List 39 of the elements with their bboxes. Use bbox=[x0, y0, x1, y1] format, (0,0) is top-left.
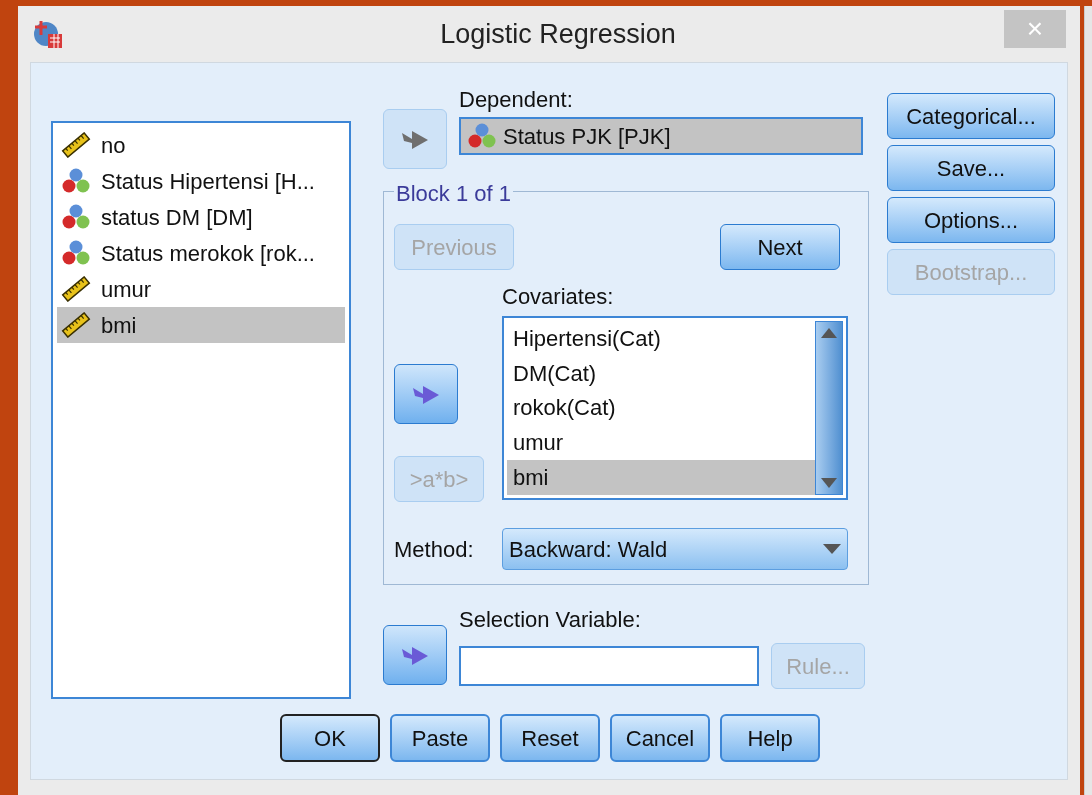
selection-variable-field[interactable] bbox=[459, 646, 759, 686]
variable-item[interactable]: bmi bbox=[57, 307, 345, 343]
dropdown-caret-icon bbox=[823, 544, 841, 554]
dependent-field[interactable]: Status PJK [PJK] bbox=[459, 117, 863, 155]
variable-item[interactable]: status DM [DM] bbox=[57, 199, 345, 235]
variable-item[interactable]: Status Hipertensi [H... bbox=[57, 163, 345, 199]
covariate-item[interactable]: bmi bbox=[507, 460, 815, 495]
nominal-variable-icon bbox=[61, 167, 91, 195]
nominal-variable-icon bbox=[61, 203, 91, 231]
scrollbar[interactable] bbox=[815, 321, 843, 495]
app-icon bbox=[32, 18, 64, 50]
side-button[interactable]: Categorical... bbox=[887, 93, 1055, 139]
scroll-down-icon bbox=[821, 478, 837, 488]
side-button[interactable]: Options... bbox=[887, 197, 1055, 243]
nominal-variable-icon bbox=[61, 239, 91, 267]
covariates-label: Covariates: bbox=[502, 283, 615, 308]
window-title: Logistic Regression bbox=[439, 17, 677, 51]
dependent-label: Dependent: bbox=[459, 86, 574, 111]
dialog-button[interactable]: Cancel bbox=[610, 714, 710, 762]
covariate-item[interactable]: rokok(Cat) bbox=[507, 390, 815, 426]
dialog-button[interactable]: Reset bbox=[500, 714, 600, 762]
dialog-button[interactable]: Paste bbox=[390, 714, 490, 762]
dialog-button[interactable]: Help bbox=[720, 714, 820, 762]
method-label: Method: bbox=[394, 535, 475, 564]
scroll-up-icon bbox=[821, 328, 837, 338]
nominal-variable-icon bbox=[467, 122, 497, 150]
covariate-item[interactable]: Hipertensi(Cat) bbox=[507, 321, 815, 356]
variable-item[interactable]: umur bbox=[57, 271, 345, 307]
method-dropdown[interactable]: Backward: Wald bbox=[502, 528, 848, 570]
variable-item[interactable]: no bbox=[57, 127, 345, 163]
side-button[interactable]: Save... bbox=[887, 145, 1055, 191]
next-button[interactable]: Next bbox=[720, 224, 840, 270]
selection-variable-label: Selection Variable: bbox=[459, 606, 642, 633]
covariate-item[interactable]: umur bbox=[507, 425, 815, 461]
move-arrow-button[interactable] bbox=[394, 364, 458, 424]
variable-item[interactable]: Status merokok [rok... bbox=[57, 235, 345, 271]
move-arrow-button[interactable] bbox=[383, 625, 447, 685]
covariate-item[interactable]: DM(Cat) bbox=[507, 355, 815, 391]
dialog-button[interactable]: OK bbox=[280, 714, 380, 762]
